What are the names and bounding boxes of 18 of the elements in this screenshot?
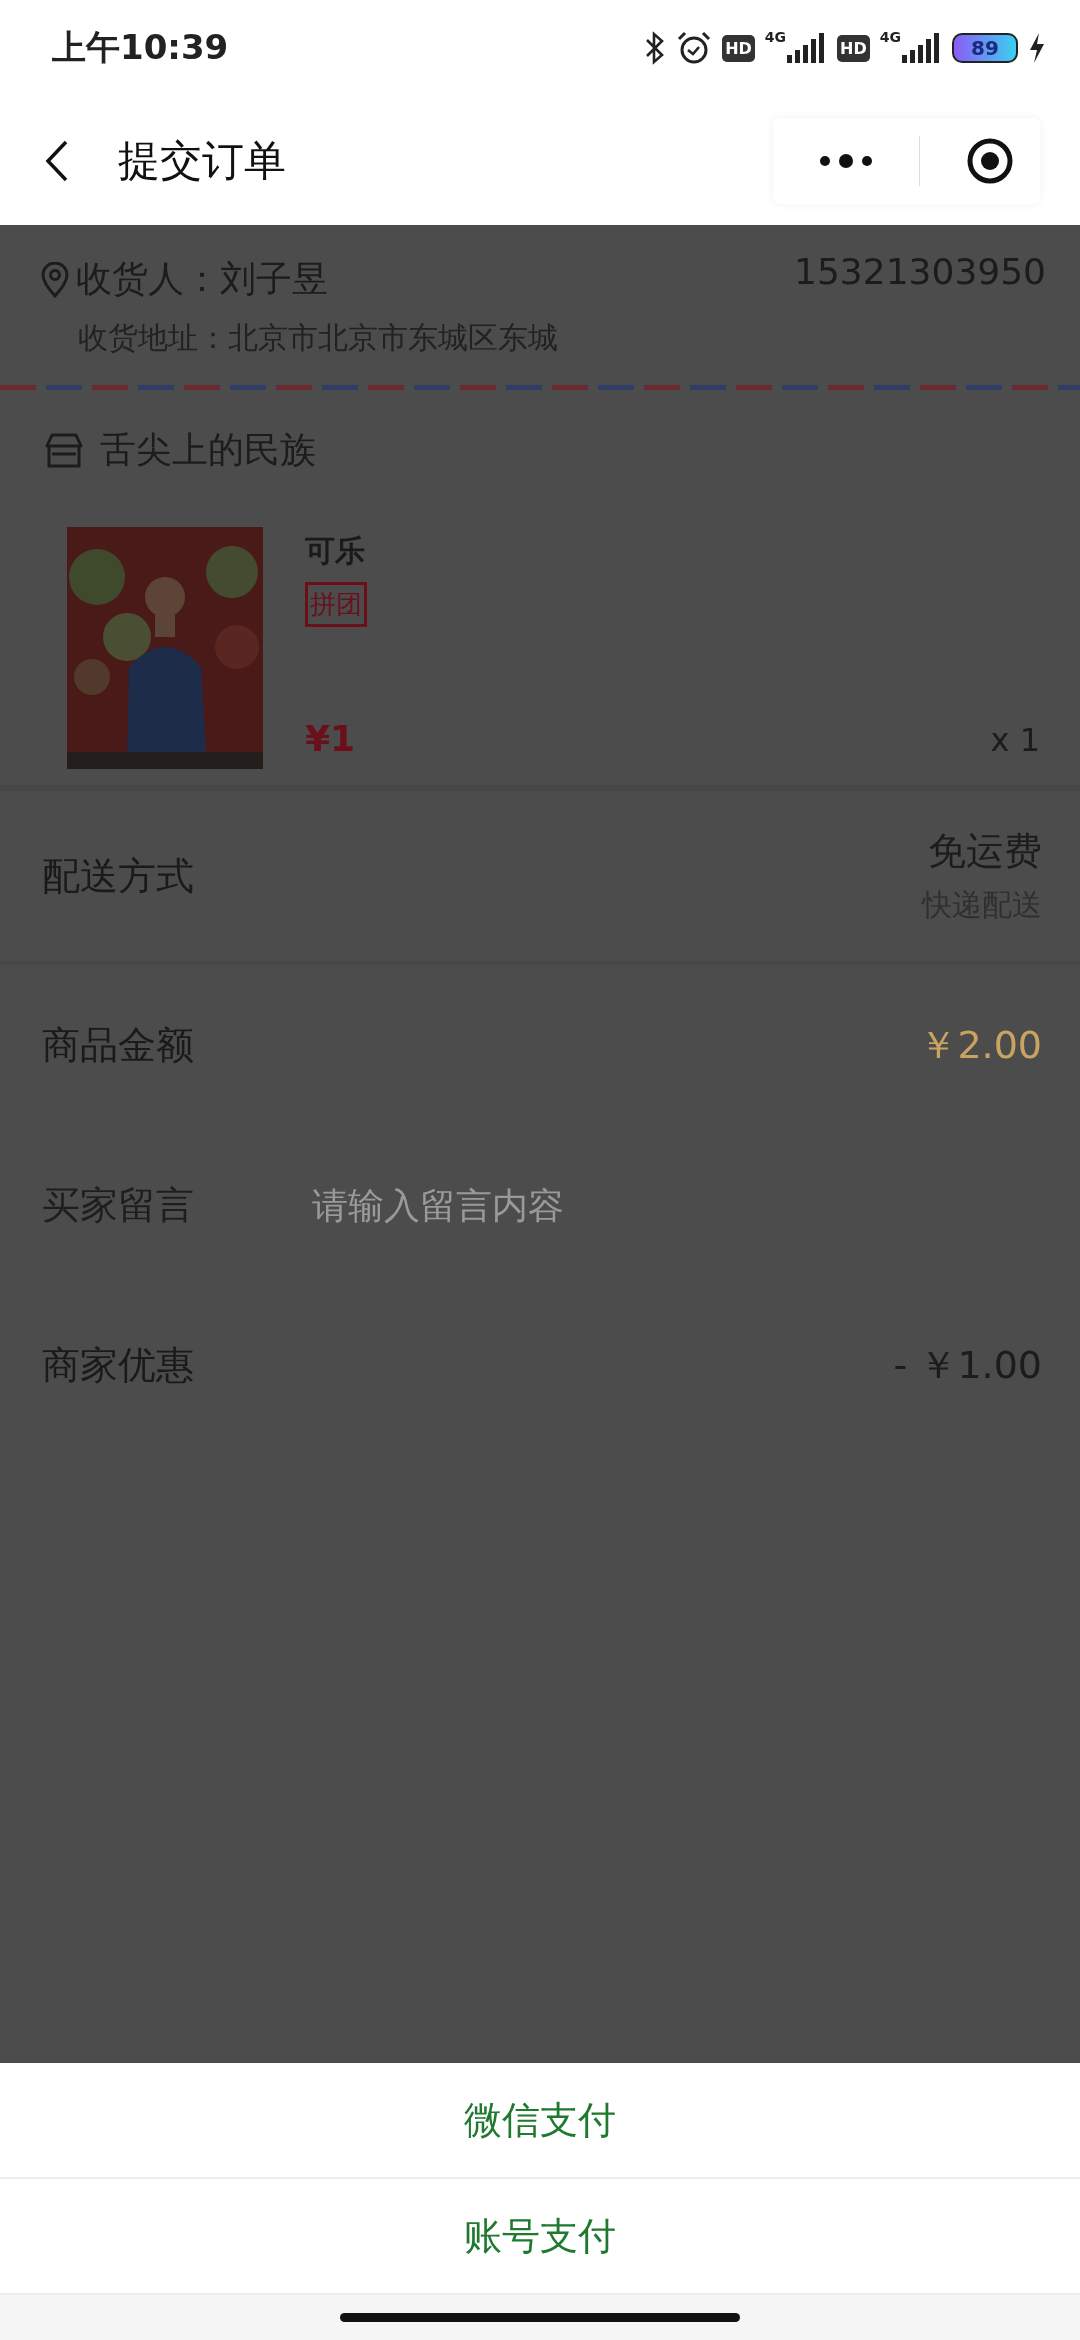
battery-icon: 89 — [952, 33, 1018, 63]
more-icon[interactable] — [819, 152, 873, 169]
charging-icon — [1028, 32, 1046, 64]
hd-badge: HD — [837, 34, 870, 62]
message-field[interactable]: 请输入留言内容 — [312, 1174, 1042, 1236]
product-price: ¥1 — [305, 718, 356, 759]
row-value: ￥2.00 — [919, 1021, 1042, 1069]
network-label: 4G — [764, 29, 787, 45]
alarm-icon — [676, 30, 713, 66]
store-icon — [44, 431, 84, 470]
group-buy-tag: 拼团 — [305, 582, 367, 627]
status-time: 上午10:39 — [52, 26, 229, 69]
network-label: 4G — [879, 29, 901, 45]
location-pin-icon — [40, 261, 70, 298]
signal-icon — [902, 33, 942, 63]
back-icon[interactable] — [44, 138, 70, 183]
page-title: 提交订单 — [118, 134, 287, 187]
hd-badge: HD — [722, 34, 755, 62]
